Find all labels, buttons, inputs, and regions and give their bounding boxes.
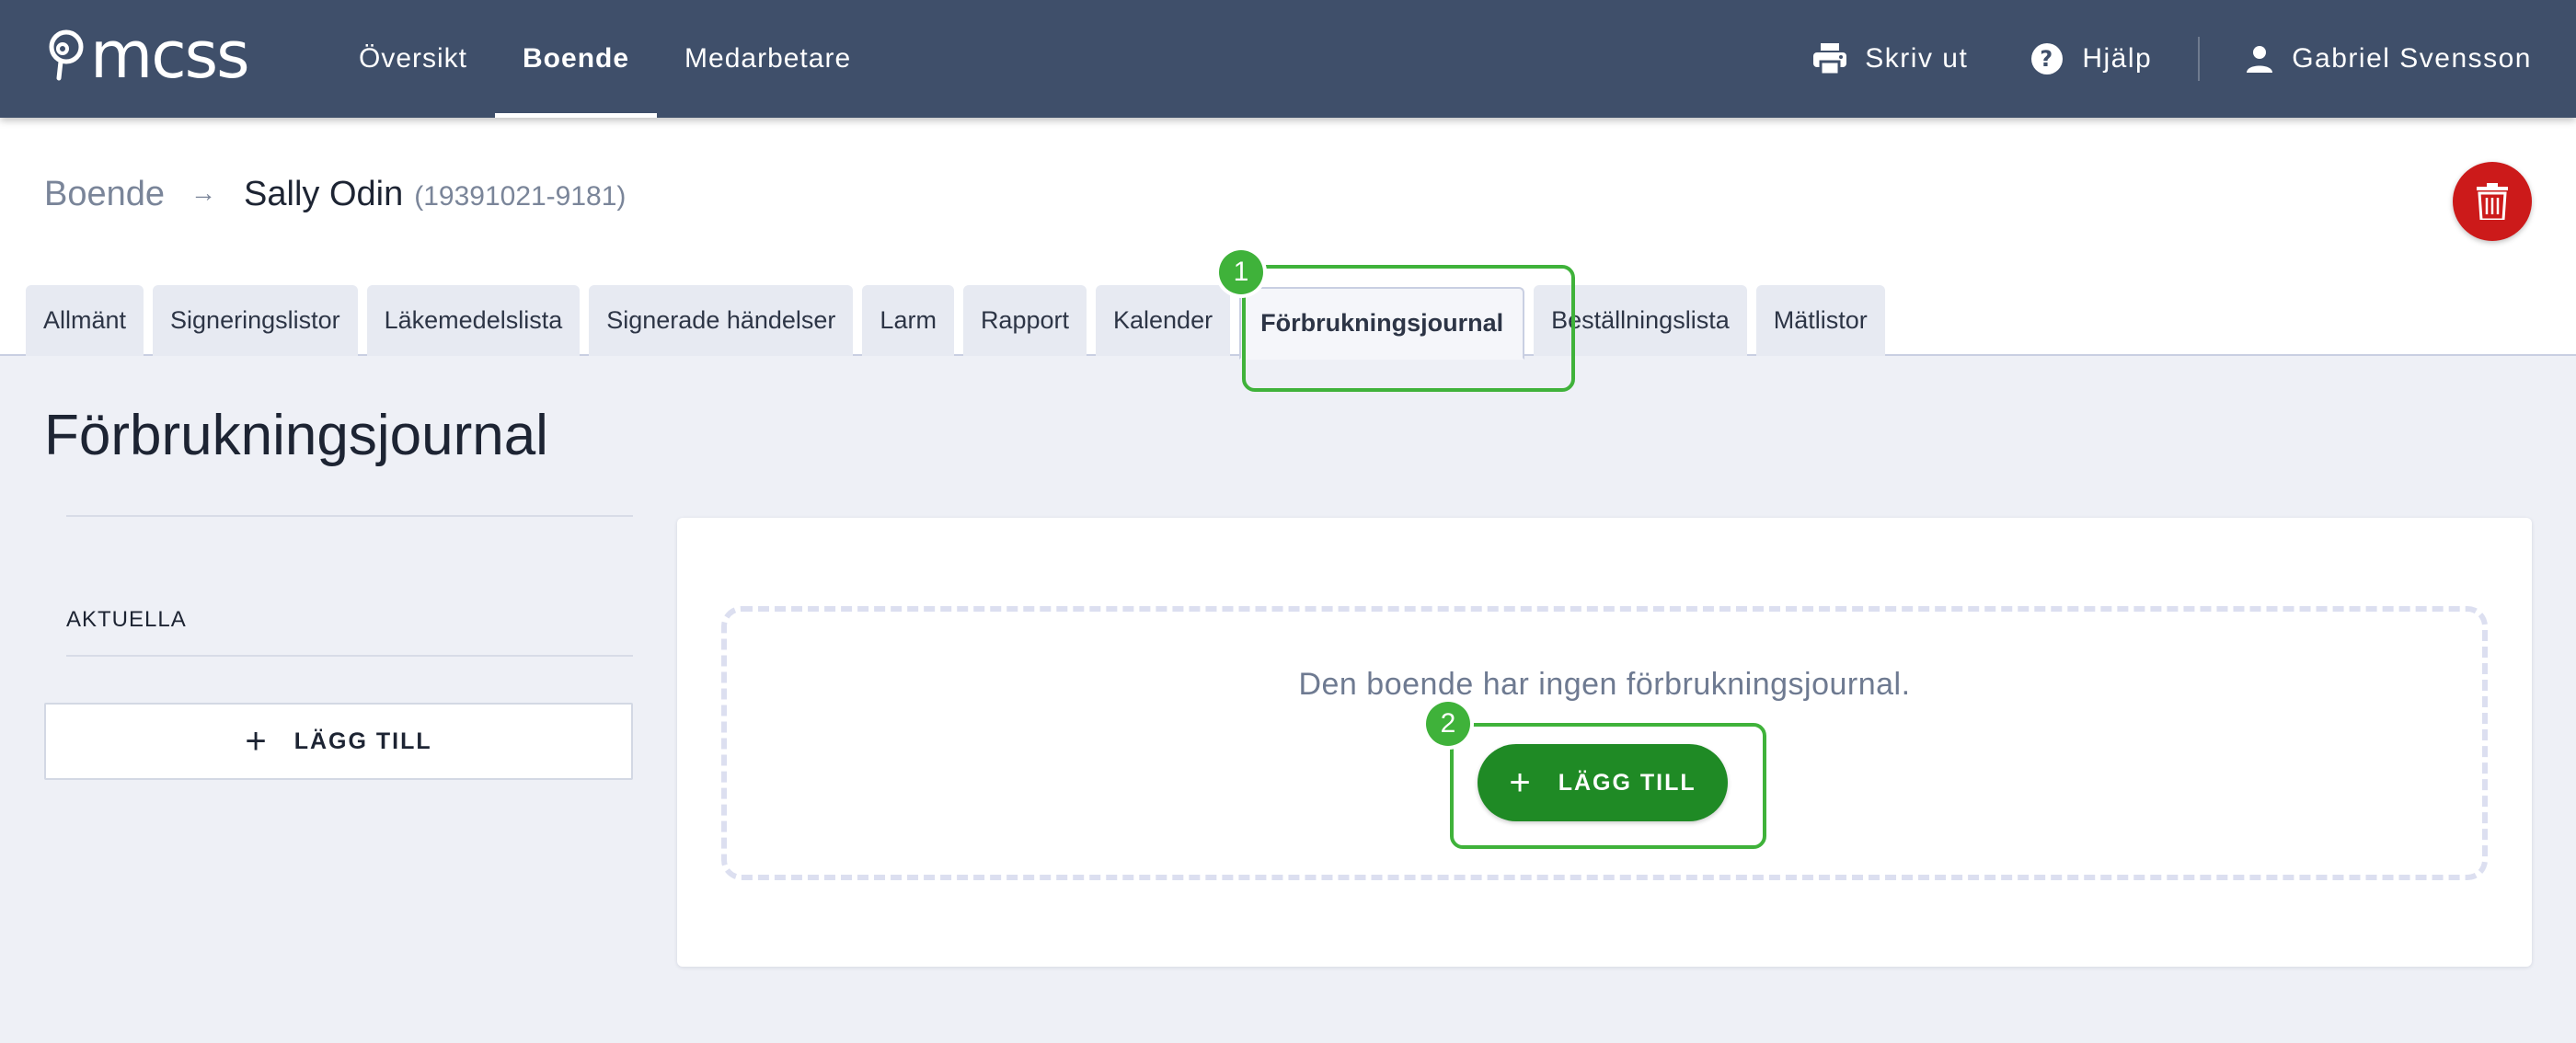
tab-lakemedelslista[interactable]: Läkemedelslista [366, 285, 581, 356]
empty-add-button[interactable]: + LÄGG TILL [1478, 744, 1728, 821]
nav-item-boende[interactable]: Boende [495, 0, 658, 118]
tab-rapport[interactable]: Rapport [962, 285, 1087, 356]
print-label: Skriv ut [1865, 43, 1969, 74]
tab-signerade-handelser[interactable]: Signerade händelser [589, 285, 854, 356]
help-label: Hjälp [2082, 43, 2153, 74]
printer-icon [1813, 43, 1847, 74]
personal-id-number: (19391021-9181) [414, 181, 627, 212]
empty-state-message: Den boende har ingen förbrukningsjournal… [1298, 667, 1911, 702]
trash-icon [2477, 183, 2508, 220]
tab-kalender[interactable]: Kalender [1096, 285, 1231, 356]
tab-forbrukningsjournal[interactable]: Förbrukningsjournal [1239, 287, 1525, 360]
tab-larm[interactable]: Larm [862, 285, 954, 356]
help-icon: ? [2031, 43, 2064, 74]
step-1-badge: 1 [1219, 250, 1263, 294]
logo-text: mcss [90, 17, 250, 93]
svg-text:?: ? [2041, 46, 2054, 72]
resident-tabs: Allmänt Signeringslistor Läkemedelslista… [26, 285, 1894, 360]
user-menu[interactable]: Gabriel Svensson [2246, 43, 2532, 74]
nav-divider [2198, 37, 2201, 81]
tab-signeringslistor[interactable]: Signeringslistor [153, 285, 358, 356]
add-journal-button[interactable]: + LÄGG TILL [44, 703, 633, 780]
breadcrumb: Boende → Sally Odin (19391021-9181) [44, 175, 626, 214]
tab-bestallningslista[interactable]: Beställningslista [1534, 285, 1747, 356]
plus-icon: + [245, 721, 269, 762]
delete-button[interactable] [2453, 162, 2532, 241]
logo-mark-icon [49, 29, 84, 81]
empty-add-label: LÄGG TILL [1558, 769, 1696, 796]
breadcrumb-parent[interactable]: Boende [44, 175, 165, 214]
page-title: Förbrukningsjournal [44, 404, 548, 467]
nav-item-medarbetare[interactable]: Medarbetare [657, 0, 879, 118]
mcss-logo[interactable]: mcss [44, 17, 250, 93]
user-name: Gabriel Svensson [2292, 43, 2532, 74]
tab-allmant[interactable]: Allmänt [26, 285, 144, 356]
add-journal-label: LÄGG TILL [293, 728, 432, 754]
tab-matlistor[interactable]: Mätlistor [1755, 285, 1885, 356]
nav-actions: Skriv ut ? Hjälp Gabriel Svensson [1813, 0, 2532, 118]
print-button[interactable]: Skriv ut [1813, 43, 1968, 74]
main-nav: Översikt Boende Medarbetare [331, 0, 879, 118]
plus-icon: + [1509, 762, 1533, 803]
list-divider-top [66, 515, 633, 517]
section-label-aktuella: AKTUELLA [66, 607, 187, 632]
arrow-right-icon: → [190, 178, 217, 207]
list-divider-bottom [66, 655, 633, 657]
journal-content-card: Den boende har ingen förbrukningsjournal… [677, 518, 2532, 967]
breadcrumb-current: Sally Odin [244, 175, 404, 213]
step-2-badge: 2 [1426, 702, 1470, 746]
nav-item-oversikt[interactable]: Översikt [331, 0, 495, 118]
top-navigation-bar: mcss Översikt Boende Medarbetare Skriv u… [0, 0, 2576, 118]
help-button[interactable]: ? Hjälp [2030, 42, 2152, 75]
empty-state: Den boende har ingen förbrukningsjournal… [721, 606, 2488, 880]
user-icon [2247, 46, 2273, 73]
